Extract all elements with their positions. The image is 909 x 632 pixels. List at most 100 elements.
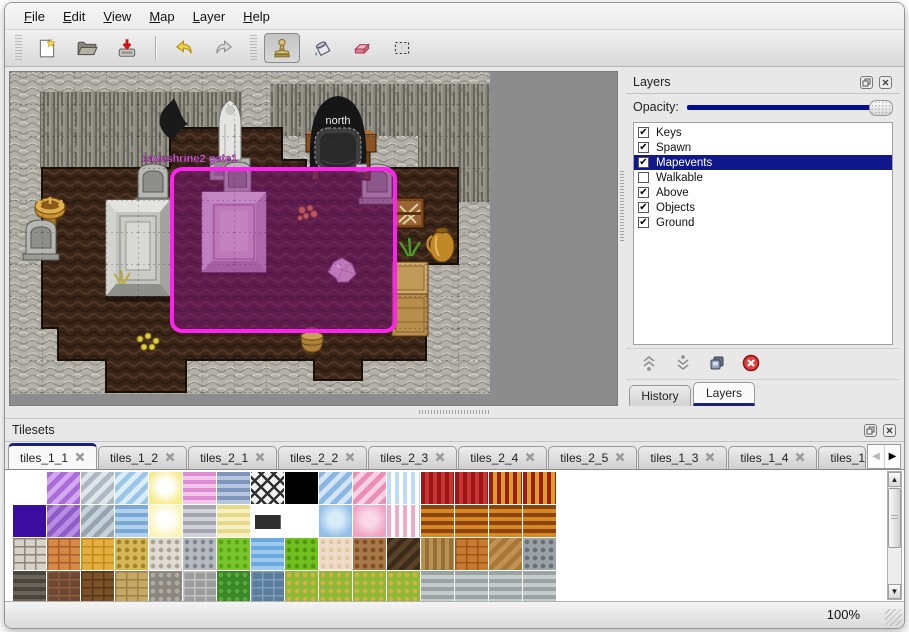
palette-tile[interactable] [251, 472, 284, 504]
palette-tile[interactable] [251, 571, 284, 601]
horizontal-splitter[interactable] [5, 406, 904, 418]
open-folder-button[interactable] [69, 33, 105, 63]
opacity-slider[interactable] [687, 99, 893, 115]
close-icon[interactable] [878, 75, 893, 89]
palette-tile[interactable] [13, 538, 46, 570]
tileset-tab-tiles_2_3[interactable]: tiles_2_3 [368, 446, 457, 469]
tileset-tab-tiles_1_4[interactable]: tiles_1_4 [728, 446, 817, 469]
palette-tile[interactable] [13, 505, 46, 537]
resize-grip[interactable] [885, 609, 902, 626]
palette-tile[interactable] [115, 472, 148, 504]
palette-tile[interactable] [319, 505, 352, 537]
palette-tile[interactable] [455, 472, 488, 504]
palette-tile[interactable] [353, 472, 386, 504]
palette-tile[interactable] [149, 505, 182, 537]
layer-row-keys[interactable]: ✔Keys [634, 125, 892, 140]
undo-button[interactable] [166, 33, 202, 63]
palette-tile[interactable] [523, 472, 556, 504]
select-tool-button[interactable] [384, 33, 420, 63]
toolbar-grip[interactable] [249, 35, 257, 61]
toolbar-grip[interactable] [14, 35, 22, 61]
palette-tile[interactable] [455, 571, 488, 601]
palette-tile[interactable] [455, 505, 488, 537]
tileset-tab-tiles_1_1[interactable]: tiles_1_1 [8, 443, 97, 469]
tab-close-icon[interactable] [615, 451, 625, 465]
layer-row-walkable[interactable]: Walkable [634, 170, 892, 185]
tab-close-icon[interactable] [75, 451, 85, 465]
palette-tile[interactable] [421, 571, 454, 601]
palette-tile[interactable] [387, 505, 420, 537]
palette-tile[interactable] [421, 538, 454, 570]
layer-checkbox[interactable] [638, 172, 649, 183]
layer-checkbox[interactable]: ✔ [638, 127, 649, 138]
palette-tile[interactable] [149, 538, 182, 570]
palette-tile[interactable] [81, 505, 114, 537]
palette-tile[interactable] [149, 571, 182, 601]
palette-tile[interactable] [353, 571, 386, 601]
stamp-tool-button[interactable] [264, 33, 300, 63]
palette-scrollbar[interactable]: ▲ ▼ [887, 471, 902, 600]
palette-tile[interactable] [149, 472, 182, 504]
palette-tile[interactable] [217, 505, 250, 537]
tileset-tab-tiles_2_5[interactable]: tiles_2_5 [548, 446, 637, 469]
menu-item-view[interactable]: View [94, 7, 140, 26]
map-viewport[interactable]: north [9, 71, 618, 406]
scroll-up-icon[interactable]: ▲ [888, 472, 901, 487]
menu-item-edit[interactable]: Edit [54, 7, 94, 26]
tab-close-icon[interactable] [165, 451, 175, 465]
opacity-slider-handle[interactable] [869, 100, 893, 116]
palette-tile[interactable] [421, 472, 454, 504]
palette-tile[interactable] [319, 472, 352, 504]
palette-tile[interactable] [217, 571, 250, 601]
layer-row-mapevents[interactable]: ✔Mapevents [634, 155, 892, 170]
vertical-splitter[interactable] [618, 71, 626, 406]
palette-tile[interactable] [47, 538, 80, 570]
tab-close-icon[interactable] [705, 451, 715, 465]
palette-tile[interactable] [489, 505, 522, 537]
layer-duplicate-button[interactable] [706, 353, 728, 375]
eraser-tool-button[interactable] [344, 33, 380, 63]
palette-tile[interactable] [115, 571, 148, 601]
palette-tile[interactable] [115, 538, 148, 570]
palette-tile[interactable] [285, 505, 318, 537]
palette-tile[interactable] [81, 538, 114, 570]
palette-tile[interactable] [13, 472, 46, 504]
tab-close-icon[interactable] [795, 451, 805, 465]
palette-tile[interactable] [47, 472, 80, 504]
scroll-tabs-left-icon[interactable]: ◀ [868, 445, 884, 468]
layer-checkbox[interactable]: ✔ [638, 217, 649, 228]
palette-tile[interactable] [183, 472, 216, 504]
tileset-tab-tiles_1_2[interactable]: tiles_1_2 [98, 446, 187, 469]
layer-row-ground[interactable]: ✔Ground [634, 215, 892, 230]
palette-tile[interactable] [387, 571, 420, 601]
new-file-button[interactable] [29, 33, 65, 63]
save-button[interactable] [109, 33, 145, 63]
palette-tile[interactable] [319, 571, 352, 601]
map-selection-overlay[interactable] [172, 169, 395, 331]
layer-row-above[interactable]: ✔Above [634, 185, 892, 200]
layer-move-up-button[interactable] [638, 353, 660, 375]
layer-row-spawn[interactable]: ✔Spawn [634, 140, 892, 155]
layer-checkbox[interactable]: ✔ [638, 187, 649, 198]
layer-delete-button[interactable] [740, 353, 762, 375]
scroll-tabs-right-icon[interactable]: ▶ [884, 445, 900, 468]
layer-checkbox[interactable]: ✔ [638, 202, 649, 213]
tileset-tab-tiles_2_4[interactable]: tiles_2_4 [458, 446, 547, 469]
palette-tile[interactable] [455, 538, 488, 570]
palette-tile[interactable] [523, 571, 556, 601]
palette-tile[interactable] [217, 538, 250, 570]
fill-tool-button[interactable] [304, 33, 340, 63]
palette-tile[interactable] [13, 571, 46, 601]
palette-tile[interactable] [489, 472, 522, 504]
layer-checkbox[interactable]: ✔ [638, 157, 649, 168]
palette-tile[interactable] [285, 571, 318, 601]
menu-item-help[interactable]: Help [234, 7, 279, 26]
tileset-tab-tiles_1_[interactable]: tiles_1_ [818, 446, 866, 469]
tab-close-icon[interactable] [525, 451, 535, 465]
tileset-tab-tiles_2_1[interactable]: tiles_2_1 [188, 446, 277, 469]
palette-tile[interactable] [115, 505, 148, 537]
tab-close-icon[interactable] [435, 451, 445, 465]
palette-tile[interactable] [285, 538, 318, 570]
palette-tile[interactable] [489, 538, 522, 570]
tab-close-icon[interactable] [345, 451, 355, 465]
